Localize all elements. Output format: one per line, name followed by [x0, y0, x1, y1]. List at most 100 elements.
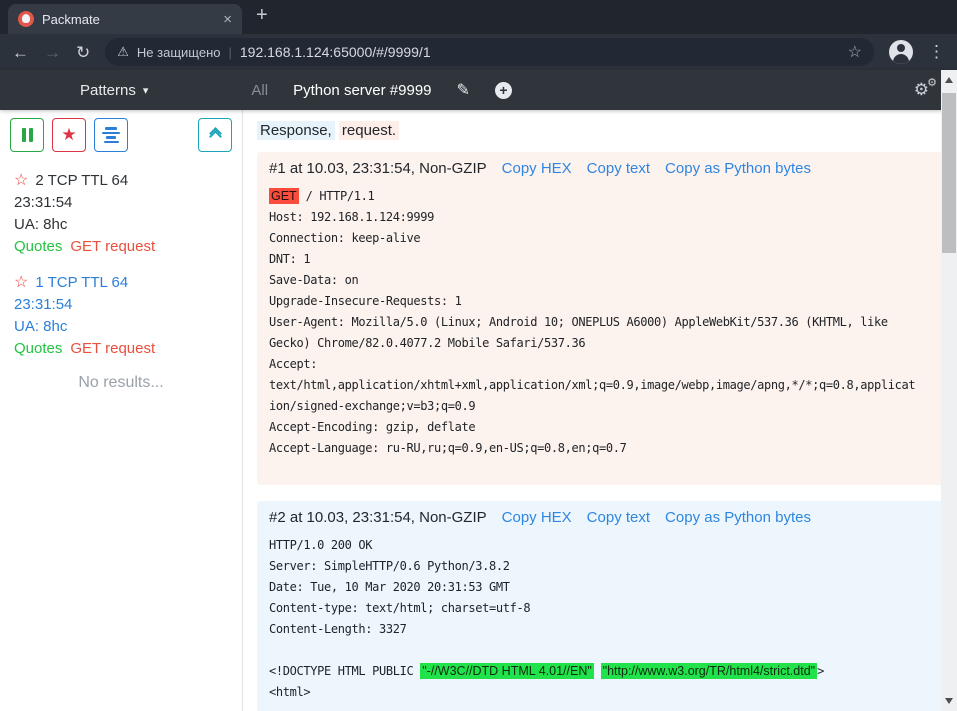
packet-card-response: #2 at 10.03, 23:31:54, Non-GZIP Copy HEX C… — [257, 501, 945, 711]
stream-ua: UA: 8hc — [14, 214, 242, 236]
packmate-app: Patterns ▾ All Python server #9999 ✎ + ⚙… — [0, 70, 957, 711]
packet-line: Host: 192.168.1.124:9999 — [269, 207, 933, 228]
address-bar[interactable]: ⚠ Не защищено | 192.168.1.124:65000/#/99… — [105, 38, 874, 66]
packet-line: Upgrade-Insecure-Requests: 1 — [269, 291, 933, 312]
browser-toolbar: ← → ↻ ⚠ Не защищено | 192.168.1.124:6500… — [0, 34, 957, 70]
stream-tag: GET request — [70, 238, 155, 255]
stream-title: ☆ 2 TCP TTL 64 — [14, 170, 242, 192]
packet-header: #1 at 10.03, 23:31:54, Non-GZIP Copy HEX C… — [269, 160, 933, 177]
security-warning-icon[interactable]: ⚠ — [117, 44, 129, 60]
gear-small-icon: ⚙ — [927, 76, 937, 89]
packet-line: User-Agent: Mozilla/5.0 (Linux; Android … — [269, 312, 933, 333]
stream-tag: GET request — [70, 340, 155, 357]
packet-line: Content-Length: 3327 — [269, 619, 933, 640]
pattern-highlight: "-//W3C//DTD HTML 4.01//EN" — [420, 663, 594, 679]
packet-title: #2 at 10.03, 23:31:54, Non-GZIP — [269, 509, 487, 526]
url-separator: | — [228, 45, 231, 60]
legend-request: request. — [339, 121, 399, 140]
packet-line: Connection: keep-alive — [269, 228, 933, 249]
packmate-favicon-icon — [18, 11, 34, 27]
copy-link[interactable]: Copy as Python bytes — [665, 160, 811, 177]
sidebar-toolbar: ★ — [0, 118, 242, 152]
packet-line: Save-Data: on — [269, 270, 933, 291]
scroll-down-icon[interactable] — [945, 698, 953, 704]
stream-title-text: 1 TCP TTL 64 — [35, 274, 128, 291]
favorite-star-icon[interactable]: ☆ — [14, 274, 28, 291]
packet-line: Gecko) Chrome/82.0.4077.2 Mobile Safari/… — [269, 333, 933, 354]
url-text[interactable]: 192.168.1.124:65000/#/9999/1 — [240, 44, 431, 60]
packet-line: Accept-Encoding: gzip, deflate — [269, 417, 933, 438]
browser-tabstrip: Packmate × + — [0, 0, 957, 34]
packet-card-request: #1 at 10.03, 23:31:54, Non-GZIP Copy HEX C… — [257, 152, 945, 485]
stream-tag: Quotes — [14, 340, 62, 357]
stream-list: ☆2 TCP TTL 6423:31:54UA: 8hcQuotesGET re… — [0, 170, 242, 360]
stream-ua: UA: 8hc — [14, 316, 242, 338]
stream-tags: Quotes GET request — [14, 338, 242, 360]
packet-list: #1 at 10.03, 23:31:54, Non-GZIP Copy HEX C… — [257, 152, 945, 711]
copy-link[interactable]: Copy as Python bytes — [665, 509, 811, 526]
page-scrollbar[interactable] — [941, 70, 957, 711]
packet-body: HTTP/1.0 200 OKServer: SimpleHTTP/0.6 Py… — [269, 535, 933, 703]
packet-line: Content-type: text/html; charset=utf-8 — [269, 598, 933, 619]
scroll-up-icon[interactable] — [945, 77, 953, 83]
stream-time: 23:31:54 — [14, 192, 242, 214]
pause-capture-button[interactable] — [10, 118, 44, 152]
packet-line: Date: Tue, 10 Mar 2020 20:31:53 GMT — [269, 577, 933, 598]
copy-link[interactable]: Copy HEX — [502, 509, 572, 526]
edit-icon[interactable]: ✎ — [457, 80, 470, 100]
stream-tag: Quotes — [14, 238, 62, 255]
content-area: ★ ☆2 TCP TTL 6423:31:54UA: 8hcQuotesGET … — [0, 110, 957, 711]
sidebar: ★ ☆2 TCP TTL 6423:31:54UA: 8hcQuotesGET … — [0, 110, 243, 711]
legend: Response, request. — [257, 122, 945, 139]
packet-line: Accept-Language: ru-RU,ru;q=0.9,en-US;q=… — [269, 438, 933, 459]
copy-link[interactable]: Copy text — [587, 160, 650, 177]
stream-detail: Response, request. #1 at 10.03, 23:31:54… — [243, 110, 957, 711]
packet-title: #1 at 10.03, 23:31:54, Non-GZIP — [269, 160, 487, 177]
pattern-highlight: "http://www.w3.org/TR/html4/strict.dtd" — [601, 663, 817, 679]
browser-menu-icon[interactable]: ⋮ — [928, 42, 945, 62]
tab-title: Packmate — [42, 12, 215, 27]
pattern-highlight: GET — [269, 188, 299, 204]
profile-avatar-icon[interactable] — [889, 40, 913, 64]
packet-line — [269, 640, 933, 661]
security-warning-label[interactable]: Не защищено — [137, 45, 221, 60]
packet-line: text/html,application/xhtml+xml,applicat… — [269, 375, 933, 396]
back-icon[interactable]: ← — [12, 44, 29, 61]
filter-lines-button[interactable] — [94, 118, 128, 152]
tab-all[interactable]: All — [251, 82, 268, 99]
tab-python-server[interactable]: Python server #9999 — [293, 82, 431, 99]
packet-body: GET / HTTP/1.1Host: 192.168.1.124:9999Co… — [269, 186, 933, 459]
packet-line: DNT: 1 — [269, 249, 933, 270]
patterns-dropdown[interactable]: Patterns ▾ — [80, 82, 148, 99]
copy-link[interactable]: Copy text — [587, 509, 650, 526]
stream-title-text: 2 TCP TTL 64 — [35, 172, 128, 189]
settings-button[interactable]: ⚙ ⚙ — [914, 80, 929, 100]
scrollbar-thumb[interactable] — [942, 93, 956, 253]
packet-line: ion/signed-exchange;v=b3;q=0.9 — [269, 396, 933, 417]
packet-line: <!DOCTYPE HTML PUBLIC "-//W3C//DTD HTML … — [269, 661, 933, 682]
packet-line: Server: SimpleHTTP/0.6 Python/3.8.2 — [269, 556, 933, 577]
no-results-label: No results... — [0, 374, 242, 392]
browser-tab[interactable]: Packmate × — [8, 4, 242, 34]
stream-item[interactable]: ☆ 2 TCP TTL 64 23:31:54UA: 8hc Quotes GET re… — [14, 170, 242, 258]
add-service-button[interactable]: + — [495, 82, 512, 99]
stream-title: ☆ 1 TCP TTL 64 — [14, 272, 242, 294]
forward-icon[interactable]: → — [44, 44, 61, 61]
chevron-down-icon: ▾ — [143, 84, 149, 97]
packet-header: #2 at 10.03, 23:31:54, Non-GZIP Copy HEX C… — [269, 509, 933, 526]
collapse-sidebar-button[interactable] — [198, 118, 232, 152]
packet-line: Accept: — [269, 354, 933, 375]
patterns-label: Patterns — [80, 82, 136, 99]
tab-close-icon[interactable]: × — [223, 11, 232, 28]
copy-link[interactable]: Copy HEX — [502, 160, 572, 177]
stream-time: 23:31:54 — [14, 294, 242, 316]
favorites-filter-button[interactable]: ★ — [52, 118, 86, 152]
favorite-star-icon[interactable]: ☆ — [14, 172, 28, 189]
packet-line: <html> — [269, 682, 933, 703]
reload-icon[interactable]: ↻ — [76, 44, 90, 61]
stream-item[interactable]: ☆ 1 TCP TTL 64 23:31:54UA: 8hc Quotes GET re… — [14, 272, 242, 360]
legend-response: Response, — [257, 121, 335, 140]
bookmark-star-icon[interactable]: ☆ — [848, 42, 862, 62]
new-tab-button[interactable]: + — [256, 2, 268, 28]
app-navbar: Patterns ▾ All Python server #9999 ✎ + ⚙… — [0, 70, 957, 110]
